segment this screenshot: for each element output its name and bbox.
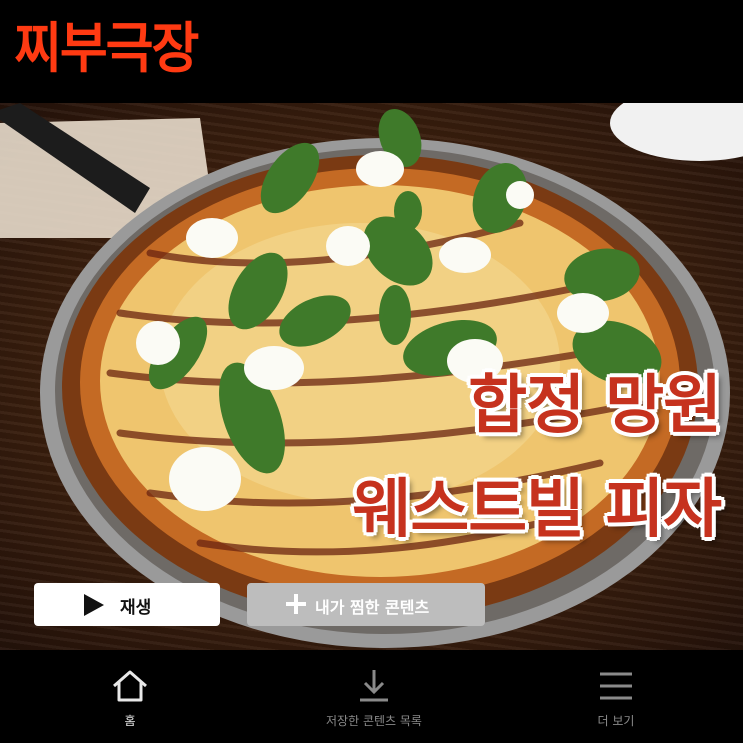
my-list-button-label: 내가 찜한 콘텐츠 (315, 598, 430, 617)
play-icon (84, 594, 104, 616)
hero-title-line2: 웨스트빌 피자 (352, 473, 722, 547)
nav-downloads[interactable]: 저장한 콘텐츠 목록 (292, 650, 456, 743)
top-bar: 찌부극장 (0, 0, 743, 103)
nav-more[interactable]: 더 보기 (568, 650, 664, 743)
nav-more-label: 더 보기 (597, 714, 635, 728)
plus-icon (285, 593, 307, 615)
play-button-label: 재생 (120, 598, 152, 618)
home-icon (113, 670, 147, 702)
play-button[interactable]: 재생 (34, 583, 220, 626)
download-icon (360, 670, 388, 702)
nav-home-label: 홈 (124, 714, 136, 728)
menu-icon (600, 672, 632, 700)
my-list-button[interactable]: 내가 찜한 콘텐츠 (247, 583, 485, 626)
nav-downloads-label: 저장한 콘텐츠 목록 (326, 714, 422, 728)
brand-logo[interactable]: 찌부극장 (14, 12, 199, 86)
hero-image[interactable]: 합정 망원 웨스트빌 피자 (0, 103, 743, 650)
nav-home[interactable]: 홈 (82, 650, 178, 743)
bottom-nav: 홈 저장한 콘텐츠 목록 더 보기 (0, 650, 743, 743)
hero-title-line1: 합정 망원 (468, 369, 722, 443)
